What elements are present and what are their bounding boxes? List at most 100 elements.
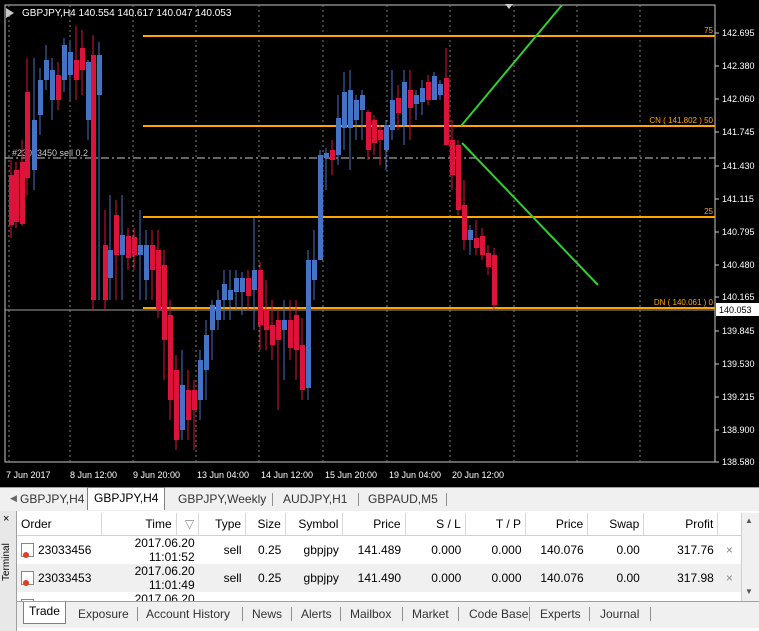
bear-candle xyxy=(486,253,491,267)
bull-candle xyxy=(348,90,353,128)
tp-cell[interactable]: 0.000 xyxy=(465,564,526,592)
table-row[interactable]: 23033456 2017.06.20 11:01:52 sell 0.25 g… xyxy=(17,536,741,565)
close-order-icon[interactable]: × xyxy=(717,564,741,592)
column-close xyxy=(717,513,741,536)
column-tp[interactable]: T / P xyxy=(465,513,527,536)
bear-candle xyxy=(174,370,179,440)
bull-candle xyxy=(336,118,341,155)
order-number: 23033453 xyxy=(38,570,92,585)
table-scrollbar[interactable]: ▲ ▼ xyxy=(741,513,759,601)
tab-code-base[interactable]: Code Base xyxy=(464,605,533,623)
table-header-row: Order Time ▽ Type Size Symbol Price S / … xyxy=(17,513,741,536)
fib-label-0: DN ( 140.061 ) 0 xyxy=(654,298,714,307)
bull-candle xyxy=(222,284,227,300)
tp-cell[interactable]: 0.000 xyxy=(465,536,525,565)
bull-candle xyxy=(144,245,149,280)
price-axis-label: 139.530 xyxy=(722,359,755,369)
size-cell: 0.25 xyxy=(257,543,282,557)
column-open-price[interactable]: Price xyxy=(342,513,406,536)
tab-news[interactable]: News xyxy=(247,605,287,623)
column-order[interactable]: Order xyxy=(17,513,103,536)
time-axis-label: 19 Jun 04:00 xyxy=(389,470,441,480)
bull-candle xyxy=(108,250,113,278)
time-axis-label: 15 Jun 20:00 xyxy=(325,470,377,480)
tab-journal[interactable]: Journal xyxy=(595,605,644,623)
order-number: 23033456 xyxy=(38,542,92,557)
tab-alerts[interactable]: Alerts xyxy=(296,605,337,623)
time-axis-label: 13 Jun 04:00 xyxy=(197,470,249,480)
column-profit[interactable]: Profit xyxy=(643,513,719,536)
scroll-up-icon[interactable]: ▲ xyxy=(745,516,753,525)
bear-candle xyxy=(426,82,431,100)
bull-candle xyxy=(86,62,91,120)
tab-divider xyxy=(340,607,341,621)
bear-candle xyxy=(270,325,275,345)
tab-trade[interactable]: Trade xyxy=(23,602,66,624)
bull-candle xyxy=(342,92,347,128)
table-row[interactable]: 23033453 2017.06.20 11:01:49 sell 0.25 g… xyxy=(17,564,741,592)
sl-cell[interactable]: 0.000 xyxy=(405,564,466,592)
tab-divider xyxy=(242,607,243,621)
time-axis-label: 20 Jun 12:00 xyxy=(452,470,504,480)
order-cell: 23033456 xyxy=(17,536,102,565)
column-current-price[interactable]: Price xyxy=(525,513,589,536)
bull-candle xyxy=(62,45,67,80)
chart-tab-gbpaud-m5[interactable]: GBPAUD,M5 xyxy=(362,489,444,509)
price-axis-label: 142.380 xyxy=(722,61,755,71)
bear-candle xyxy=(456,145,461,210)
chart-tab-gbpjpy-h4-1[interactable]: GBPJPY,H4 xyxy=(14,489,90,509)
tab-account-history[interactable]: Account History xyxy=(141,605,235,623)
column-swap[interactable]: Swap xyxy=(587,513,645,536)
open-price-cell: 141.490 xyxy=(342,564,406,592)
tab-mailbox[interactable]: Mailbox xyxy=(345,605,396,623)
sl-cell[interactable]: 0.000 xyxy=(405,536,465,565)
bear-candle xyxy=(492,255,497,305)
chart-canvas[interactable]: 142.695 142.380 142.060 141.745 141.430 141.1… xyxy=(0,0,759,487)
bear-candle xyxy=(246,278,251,296)
bear-candle xyxy=(288,320,293,348)
column-time[interactable]: Time xyxy=(101,513,177,536)
bull-candle xyxy=(210,305,215,330)
sort-desc-icon[interactable]: ▽ xyxy=(176,513,200,536)
column-sl[interactable]: S / L xyxy=(405,513,466,536)
bear-candle xyxy=(14,170,19,222)
bull-candle xyxy=(414,95,419,104)
tab-divider xyxy=(650,607,651,621)
bear-candle xyxy=(20,162,25,224)
fib-label-50: CN ( 141.802 ) 50 xyxy=(649,116,713,125)
bear-candle xyxy=(294,315,299,350)
bull-candle xyxy=(384,125,389,150)
column-size[interactable]: Size xyxy=(245,513,286,536)
bull-candle xyxy=(282,320,287,330)
type-cell: sell xyxy=(223,543,242,557)
bear-candle xyxy=(396,98,401,113)
tab-market[interactable]: Market xyxy=(407,605,454,623)
order-marker-label: #23033450 sell 0.2 xyxy=(12,148,88,158)
tab-divider xyxy=(272,493,273,506)
bear-candle xyxy=(80,48,85,70)
tab-exposure[interactable]: Exposure xyxy=(73,605,134,623)
current-price-label: 140.053 xyxy=(719,305,752,315)
terminal-close-icon[interactable]: × xyxy=(3,513,9,525)
chart-tab-gbpjpy-h4-2[interactable]: GBPJPY,H4 xyxy=(87,487,166,510)
tab-divider xyxy=(446,493,447,506)
bull-candle xyxy=(402,82,407,125)
column-type[interactable]: Type xyxy=(198,513,247,536)
chart-tab-gbpjpy-weekly[interactable]: GBPJPY,Weekly xyxy=(172,489,272,509)
fib-label-25: 25 xyxy=(704,207,713,216)
bear-candle xyxy=(300,345,305,390)
chart-shift-marker-icon xyxy=(505,4,513,9)
plot-frame xyxy=(4,4,716,463)
scroll-down-icon[interactable]: ▼ xyxy=(745,587,753,596)
column-symbol[interactable]: Symbol xyxy=(285,513,344,536)
price-chart[interactable]: 142.695 142.380 142.060 141.745 141.430 141.1… xyxy=(0,0,759,487)
price-axis-label: 141.115 xyxy=(722,194,754,204)
bull-candle xyxy=(306,260,311,388)
chart-tab-bar: ◀ GBPJPY,H4 GBPJPY,H4 GBPJPY,Weekly AUDJ… xyxy=(0,487,759,512)
chart-tab-audjpy-h1[interactable]: AUDJPY,H1 xyxy=(277,489,353,509)
bull-candle xyxy=(240,278,245,292)
close-order-icon[interactable]: × xyxy=(718,536,741,565)
tab-experts[interactable]: Experts xyxy=(535,605,586,623)
bull-candle xyxy=(68,52,73,75)
bear-candle xyxy=(462,205,467,240)
